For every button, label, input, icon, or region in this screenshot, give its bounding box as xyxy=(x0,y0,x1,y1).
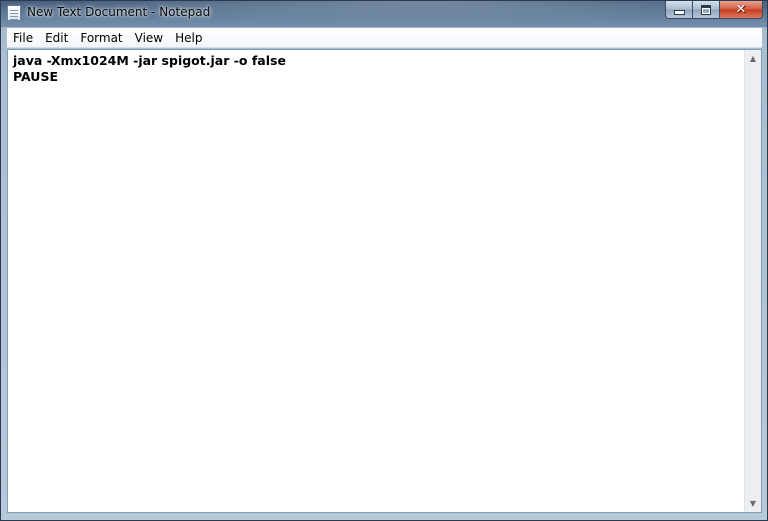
text-editor[interactable]: java -Xmx1024M -jar spigot.jar -o false P… xyxy=(7,49,762,513)
scroll-up-arrow-icon[interactable]: ▲ xyxy=(745,50,761,67)
window-title: New Text Document - Notepad xyxy=(27,5,211,19)
editor-line: PAUSE xyxy=(13,69,58,84)
editor-line: java -Xmx1024M -jar spigot.jar -o false xyxy=(13,53,286,68)
menu-edit[interactable]: Edit xyxy=(39,28,74,48)
caption-buttons: ✕ xyxy=(665,1,763,20)
vertical-scrollbar[interactable]: ▲ ▼ xyxy=(744,50,761,512)
menu-view[interactable]: View xyxy=(129,28,169,48)
menu-file[interactable]: File xyxy=(7,28,39,48)
menu-format[interactable]: Format xyxy=(74,28,128,48)
notepad-icon[interactable] xyxy=(7,3,21,21)
notepad-window: New Text Document - Notepad ✕ File Edit … xyxy=(0,0,768,521)
close-button[interactable]: ✕ xyxy=(719,1,763,19)
maximize-button[interactable] xyxy=(692,1,719,19)
close-icon: ✕ xyxy=(735,2,747,17)
title-bar[interactable]: New Text Document - Notepad ✕ xyxy=(1,1,767,27)
scroll-down-arrow-icon[interactable]: ▼ xyxy=(745,495,761,512)
minimize-icon xyxy=(673,10,685,15)
menu-help[interactable]: Help xyxy=(169,28,208,48)
editor-content[interactable]: java -Xmx1024M -jar spigot.jar -o false P… xyxy=(13,53,741,85)
minimize-button[interactable] xyxy=(665,1,692,19)
maximize-icon xyxy=(701,4,711,15)
menu-bar: File Edit Format View Help xyxy=(7,28,762,48)
